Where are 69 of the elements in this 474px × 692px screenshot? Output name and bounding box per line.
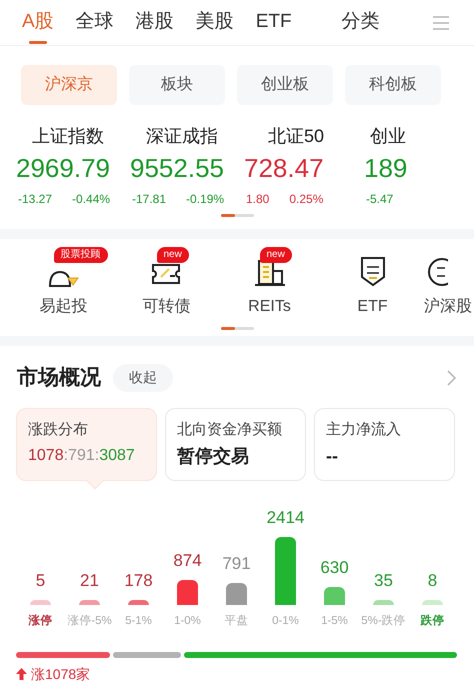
summary-card[interactable]: 主力净流入 -- bbox=[314, 408, 455, 480]
bar-count: 630 bbox=[320, 557, 349, 579]
page-indicator bbox=[220, 214, 254, 217]
index-percent: -0.19% bbox=[186, 191, 224, 208]
index-percent: 0.25% bbox=[289, 191, 324, 208]
shortcut-button[interactable]: 可转债 bbox=[142, 295, 190, 319]
index-change: -17.81 bbox=[132, 191, 166, 208]
bar-label: 涨停-5% bbox=[66, 614, 113, 628]
index-change: -5.47 bbox=[366, 191, 394, 208]
market-tab[interactable]: 全球 bbox=[76, 0, 114, 46]
index-value: 9552.55 bbox=[130, 152, 224, 185]
menu-icon[interactable] bbox=[432, 16, 450, 30]
market-tab[interactable]: 分类 bbox=[342, 0, 380, 46]
bar-label: 平盘 bbox=[224, 614, 250, 628]
ratio-value: 1078:791:3087 bbox=[28, 446, 136, 466]
purse-icon bbox=[48, 271, 78, 287]
bar-label: 涨停 bbox=[28, 613, 54, 628]
market-tab[interactable]: ETF bbox=[256, 0, 292, 46]
bar-count: 8 bbox=[428, 570, 438, 592]
card-value: 暂停交易 bbox=[177, 445, 250, 468]
section-title: 市场概况 bbox=[17, 364, 101, 391]
bar-label: 1-5% bbox=[320, 614, 349, 628]
collapse-button[interactable]: 收起 bbox=[113, 364, 173, 392]
bar-label: 5-1% bbox=[124, 614, 153, 628]
index-name: 创业 bbox=[369, 125, 406, 148]
card-title: 主力净流入 bbox=[326, 420, 402, 440]
index-value: 2969.79 bbox=[16, 152, 110, 185]
breadth-caption: 涨1078家 bbox=[31, 664, 90, 684]
index-name: 北证50 bbox=[266, 125, 326, 148]
card-value: -- bbox=[326, 445, 339, 468]
bar-label: 跌停 bbox=[420, 613, 446, 628]
bar-count: 874 bbox=[173, 550, 202, 572]
sub-tab[interactable]: 板块 bbox=[129, 65, 225, 105]
bar-count: 35 bbox=[374, 570, 393, 592]
badge: new bbox=[260, 247, 292, 263]
bar-label: 0-1% bbox=[271, 614, 300, 628]
badge: new bbox=[156, 247, 189, 263]
arrow-up-icon bbox=[16, 668, 27, 680]
tab-underline bbox=[28, 40, 47, 44]
index-name: 深证成指 bbox=[145, 125, 219, 148]
shortcut-button[interactable]: 易起投 bbox=[40, 295, 88, 319]
badge: 股票投顾 bbox=[54, 247, 108, 263]
page-indicator bbox=[220, 327, 254, 330]
shortcut-button[interactable]: ETF bbox=[357, 295, 388, 319]
bar-count: 5 bbox=[36, 570, 46, 592]
card-title: 涨跌分布 bbox=[28, 420, 89, 440]
sub-tab[interactable]: 科创板 bbox=[345, 65, 441, 105]
bar-count: 178 bbox=[124, 570, 153, 592]
index-change: -13.27 bbox=[18, 191, 52, 208]
card-title: 北向资金净买额 bbox=[177, 420, 283, 440]
bar-label: 5%-跌停 bbox=[360, 614, 407, 628]
chevron-right-icon[interactable] bbox=[447, 370, 456, 386]
shortcut-button[interactable]: 沪深股 bbox=[424, 295, 472, 319]
sub-tab[interactable]: 创业板 bbox=[237, 65, 333, 105]
bar-label: 1-0% bbox=[173, 614, 202, 628]
index-value: 728.47 bbox=[244, 152, 324, 185]
summary-card[interactable]: 北向资金净买额 暂停交易 bbox=[165, 408, 306, 480]
bar-count: 2414 bbox=[266, 507, 304, 529]
market-tab[interactable]: A股 bbox=[22, 0, 54, 46]
breadth-segment bbox=[112, 652, 182, 658]
bar-count: 21 bbox=[80, 570, 99, 592]
market-tab[interactable]: 美股 bbox=[196, 0, 234, 46]
index-name: 上证指数 bbox=[31, 125, 105, 148]
shortcut-button[interactable]: REITs bbox=[248, 295, 291, 319]
market-tab[interactable]: 港股 bbox=[136, 0, 174, 46]
index-value: 189 bbox=[364, 152, 408, 185]
index-percent: -0.44% bbox=[72, 191, 110, 208]
index-change: 1.80 bbox=[246, 191, 270, 208]
bar-count: 791 bbox=[222, 553, 251, 575]
